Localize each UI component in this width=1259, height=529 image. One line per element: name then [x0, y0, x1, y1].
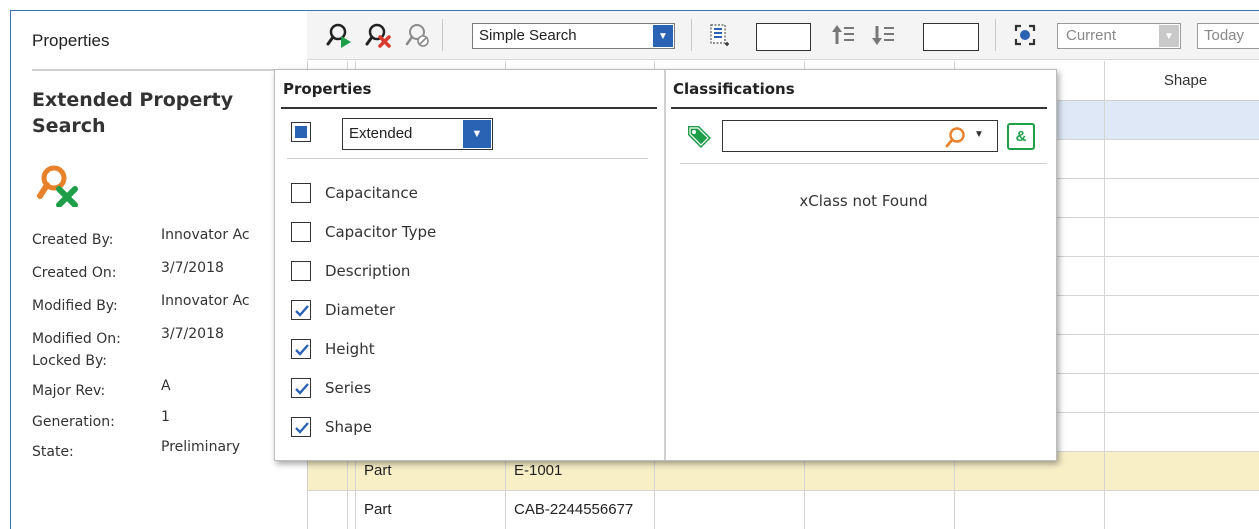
cell-item-number: CAB-2244556677: [514, 501, 634, 518]
page-number-input[interactable]: [756, 23, 811, 51]
checkmark-icon: [295, 305, 309, 317]
property-label: Height: [325, 340, 375, 358]
property-label: Diameter: [325, 301, 396, 319]
meta-created-by: Created By: Innovator Ac: [32, 227, 307, 256]
item-title: Extended Property Search: [32, 89, 234, 137]
partial-check-icon: [295, 126, 307, 138]
meta-locked-by: Locked By:: [32, 353, 307, 377]
popup-divider: [664, 70, 666, 460]
toolbar-separator: [691, 19, 692, 51]
cell-item-type: Part: [364, 501, 392, 518]
section-rule: [287, 158, 648, 159]
section-rule: [671, 107, 1047, 109]
meta-label: State:: [32, 444, 74, 460]
tag-icon: [685, 123, 713, 149]
move-down-icon[interactable]: [870, 22, 896, 48]
property-picker-popup: Properties Extended ▼ Capacitance Capaci…: [274, 69, 1057, 461]
checkbox[interactable]: [291, 339, 311, 359]
checkmark-icon: [295, 422, 309, 434]
checkmark-icon: [295, 383, 309, 395]
move-up-icon[interactable]: [830, 22, 856, 48]
cell-item-type: Part: [364, 462, 392, 479]
properties-panel: Properties Extended Property Search Crea…: [11, 11, 307, 529]
section-rule: [281, 107, 657, 109]
select-page-icon[interactable]: [706, 22, 732, 48]
meta-value: 1: [161, 409, 170, 425]
section-rule: [680, 163, 1047, 164]
meta-label: Created By:: [32, 232, 114, 248]
toolbar-separator: [995, 19, 996, 51]
checkbox[interactable]: [291, 222, 311, 242]
column-header-shape[interactable]: Shape: [1110, 72, 1259, 89]
meta-modified-on: Modified On: 3/7/2018: [32, 326, 307, 355]
meta-label: Locked By:: [32, 353, 107, 369]
meta-label: Major Rev:: [32, 383, 106, 399]
property-label: Series: [325, 379, 372, 397]
checkbox[interactable]: [291, 261, 311, 281]
meta-generation: Generation: 1: [32, 409, 307, 438]
classifications-section-title: Classifications: [673, 80, 795, 98]
property-label: Shape: [325, 418, 372, 436]
meta-value: A: [161, 378, 171, 394]
search-toolbar: Simple Search ▼ Current ▼ Today: [307, 11, 1259, 60]
run-search-icon[interactable]: [326, 22, 352, 48]
meta-value: Innovator Ac: [161, 227, 250, 243]
page-size-input[interactable]: [923, 23, 979, 51]
meta-major-rev: Major Rev: A: [32, 378, 307, 407]
meta-modified-by: Modified By: Innovator Ac: [32, 293, 307, 322]
chevron-down-icon[interactable]: ▼: [463, 120, 491, 148]
checkbox[interactable]: [291, 378, 311, 398]
chevron-down-icon[interactable]: ▼: [1159, 25, 1179, 47]
panel-divider: [32, 69, 294, 71]
focus-icon[interactable]: [1012, 22, 1038, 48]
cell-item-number: E-1001: [514, 462, 563, 479]
checkmark-icon: [295, 344, 309, 356]
table-row[interactable]: Part CAB-2244556677: [308, 491, 1259, 529]
meta-value: 3/7/2018: [161, 326, 224, 342]
checkbox[interactable]: [291, 183, 311, 203]
meta-state: State: Preliminary: [32, 439, 307, 468]
meta-value: 3/7/2018: [161, 260, 224, 276]
meta-label: Modified On:: [32, 331, 121, 347]
app-frame: Properties Extended Property Search Crea…: [10, 10, 1259, 529]
date-value: Today: [1204, 27, 1245, 44]
empty-state-message: xClass not Found: [799, 192, 928, 210]
date-input[interactable]: Today: [1197, 23, 1259, 49]
disabled-search-icon[interactable]: [404, 22, 430, 48]
checkbox[interactable]: [291, 300, 311, 320]
select-all-checkbox[interactable]: [291, 122, 311, 142]
search-item-icon: [37, 163, 79, 208]
meta-label: Generation:: [32, 414, 115, 430]
and-condition-button[interactable]: &: [1007, 123, 1035, 150]
meta-value: Innovator Ac: [161, 293, 250, 309]
version-select[interactable]: Current ▼: [1057, 23, 1181, 49]
property-label: Description: [325, 262, 411, 280]
meta-label: Modified By:: [32, 298, 118, 314]
search-mode-select[interactable]: Simple Search ▼: [472, 23, 675, 49]
meta-created-on: Created On: 3/7/2018: [32, 260, 307, 289]
properties-section-title: Properties: [283, 80, 372, 98]
checkbox[interactable]: [291, 417, 311, 437]
clear-search-icon[interactable]: [365, 22, 391, 48]
classification-search-input[interactable]: ▼: [722, 120, 998, 152]
chevron-down-icon[interactable]: ▼: [974, 129, 984, 140]
panel-header: Properties: [32, 31, 110, 50]
property-label: Capacitor Type: [325, 223, 437, 241]
property-set-select[interactable]: Extended ▼: [342, 118, 493, 150]
property-label: Capacitance: [325, 184, 418, 202]
toolbar-separator: [442, 19, 443, 51]
version-value: Current: [1066, 27, 1117, 44]
meta-label: Created On:: [32, 265, 117, 281]
search-icon[interactable]: [945, 126, 967, 151]
chevron-down-icon[interactable]: ▼: [653, 25, 673, 47]
column-divider: [1104, 61, 1105, 529]
search-mode-value: Simple Search: [479, 27, 577, 44]
property-set-value: Extended: [349, 125, 413, 142]
meta-value: Preliminary: [161, 439, 241, 455]
